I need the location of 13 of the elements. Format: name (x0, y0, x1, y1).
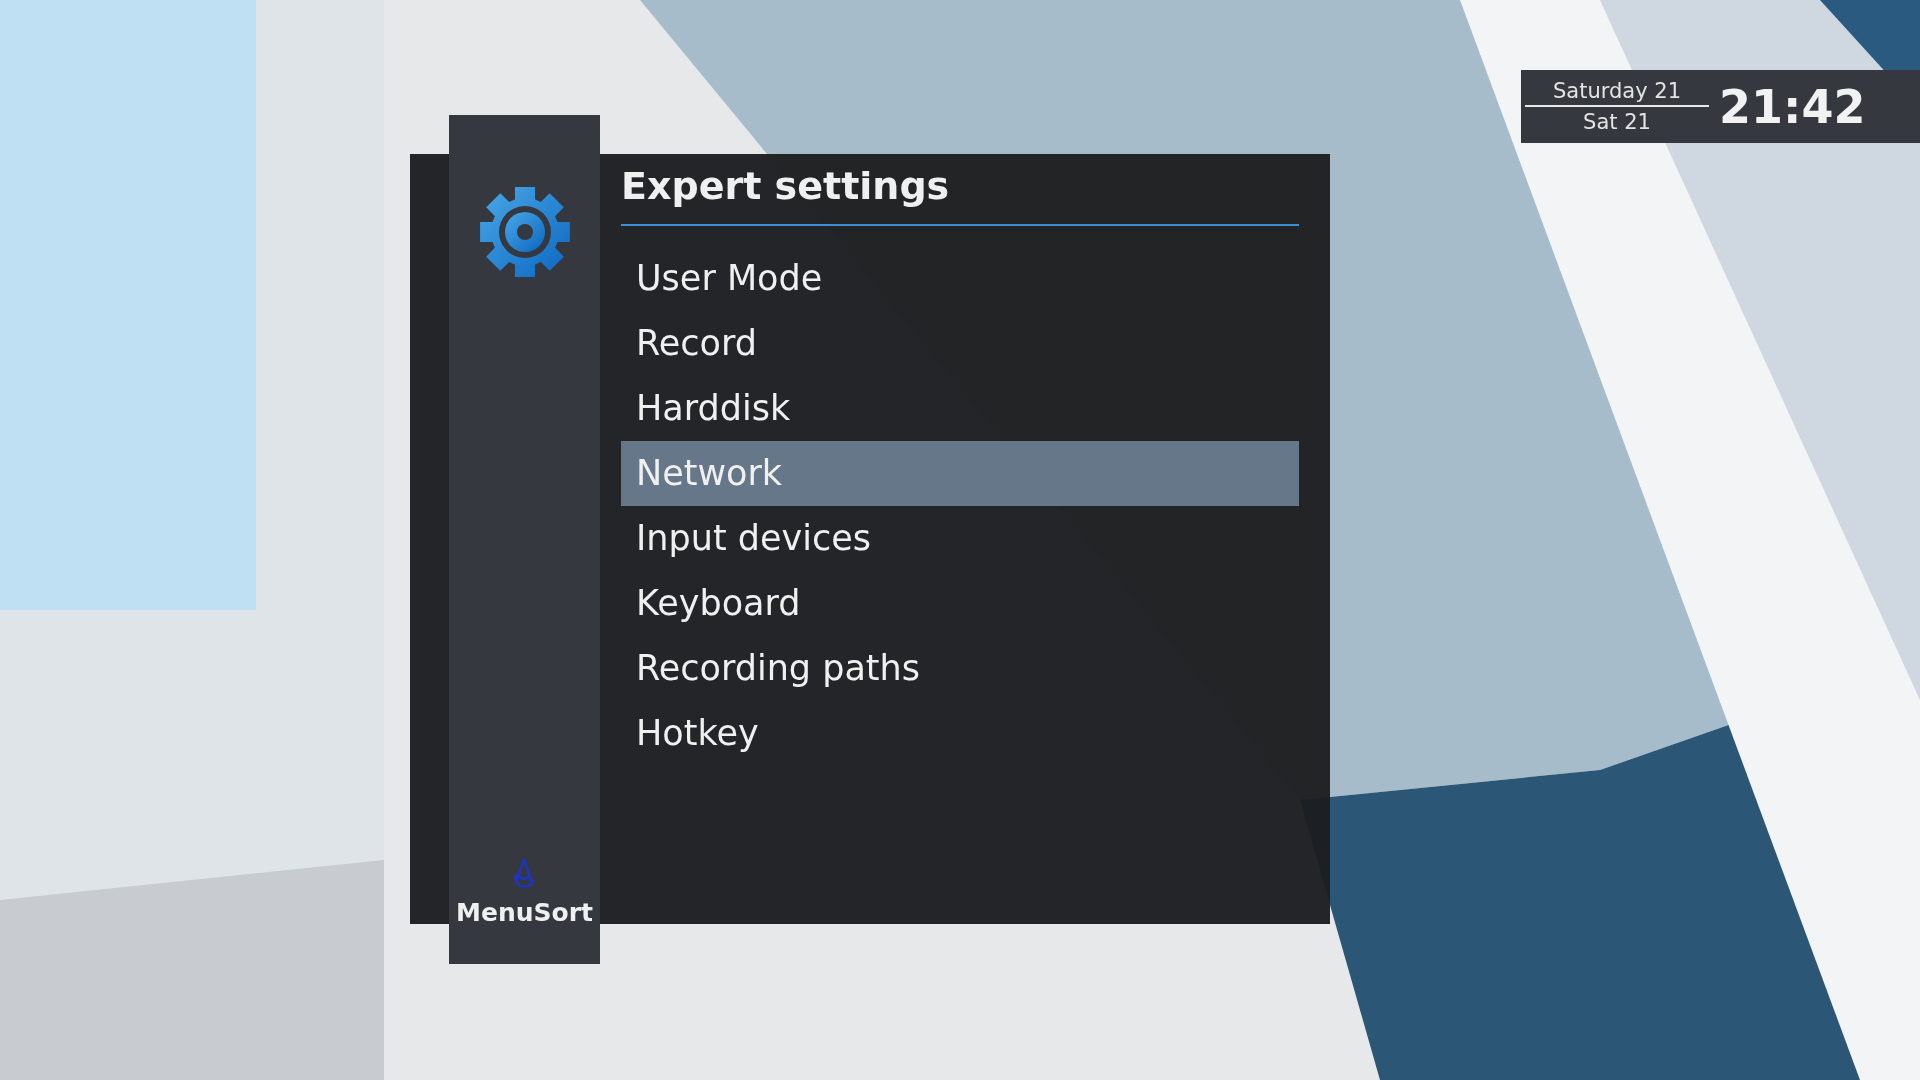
sidebar-label: MenuSort (456, 898, 593, 927)
menu-item[interactable]: Recording paths (621, 636, 1299, 701)
menu-item[interactable]: Harddisk (621, 376, 1299, 441)
menu-item[interactable]: Hotkey (621, 701, 1299, 766)
date-text: Sat 21 (1583, 109, 1651, 134)
menu-title: Expert settings (621, 154, 1299, 226)
menu-item[interactable]: User Mode (621, 246, 1299, 311)
menu-item[interactable]: Keyboard (621, 571, 1299, 636)
date-text: Saturday 21 (1525, 79, 1709, 107)
menu-item[interactable]: Record (621, 311, 1299, 376)
clock-time: 21:42 (1719, 79, 1866, 134)
menu-item[interactable]: Network (621, 441, 1299, 506)
menu-item[interactable]: Input devices (621, 506, 1299, 571)
